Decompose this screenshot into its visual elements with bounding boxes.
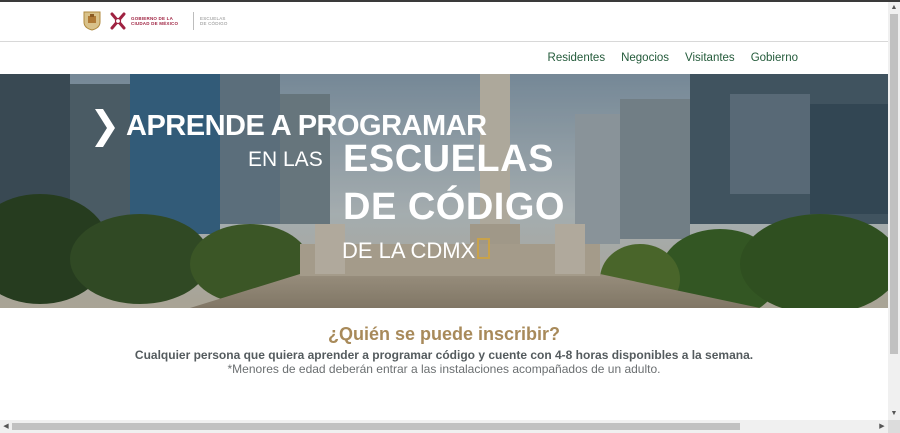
logo-government-text: GOBIERNO DE LA CIUDAD DE MÉXICO xyxy=(131,16,189,27)
nav-residentes[interactable]: Residentes xyxy=(548,52,606,64)
horizontal-scrollbar[interactable]: ◀ ▶ xyxy=(0,420,888,433)
coat-of-arms-icon xyxy=(83,11,101,31)
hero-line3: DE CÓDIGO xyxy=(343,186,565,228)
cdmx-logo-icon xyxy=(110,12,126,30)
vertical-scrollbar[interactable]: ▲ ▼ xyxy=(888,2,900,420)
section-description: Cualquier persona que quiera aprender a … xyxy=(134,348,754,362)
logo-line2: CIUDAD DE MÉXICO xyxy=(131,21,179,26)
hero-line2b: ESCUELAS xyxy=(343,138,554,180)
chevron-right-icon xyxy=(95,109,115,147)
main-nav: Residentes Negocios Visitantes Gobierno xyxy=(548,52,798,64)
cursor-icon xyxy=(477,238,491,259)
scrollbar-corner xyxy=(888,420,900,433)
hero-line2a: EN LAS xyxy=(248,148,323,171)
scroll-down-arrow-icon[interactable]: ▼ xyxy=(888,408,900,420)
hero-banner: APRENDE A PROGRAMAR EN LAS ESCUELAS DE C… xyxy=(0,74,888,308)
logo-sub2: DE CÓDIGO xyxy=(200,21,228,26)
site-logo[interactable]: GOBIERNO DE LA CIUDAD DE MÉXICO ESCUELAS… xyxy=(83,11,240,31)
site-header: GOBIERNO DE LA CIUDAD DE MÉXICO ESCUELAS… xyxy=(0,2,888,42)
nav-gobierno[interactable]: Gobierno xyxy=(751,52,798,64)
logo-program-text: ESCUELAS DE CÓDIGO xyxy=(200,16,240,27)
section-note: *Menores de edad deberán entrar a las in… xyxy=(227,362,661,376)
hero-line4: DE LA CDMX xyxy=(342,238,491,264)
logo-divider xyxy=(193,12,194,30)
scroll-left-arrow-icon[interactable]: ◀ xyxy=(0,420,12,433)
section-title: ¿Quién se puede inscribir? xyxy=(327,324,561,344)
hero-line4-text: DE LA CDMX xyxy=(342,238,476,263)
scroll-right-arrow-icon[interactable]: ▶ xyxy=(876,420,888,433)
nav-negocios[interactable]: Negocios xyxy=(621,52,669,64)
scroll-up-arrow-icon[interactable]: ▲ xyxy=(888,2,900,14)
vertical-scroll-thumb[interactable] xyxy=(890,14,898,354)
horizontal-scroll-thumb[interactable] xyxy=(12,423,740,430)
nav-visitantes[interactable]: Visitantes xyxy=(685,52,735,64)
